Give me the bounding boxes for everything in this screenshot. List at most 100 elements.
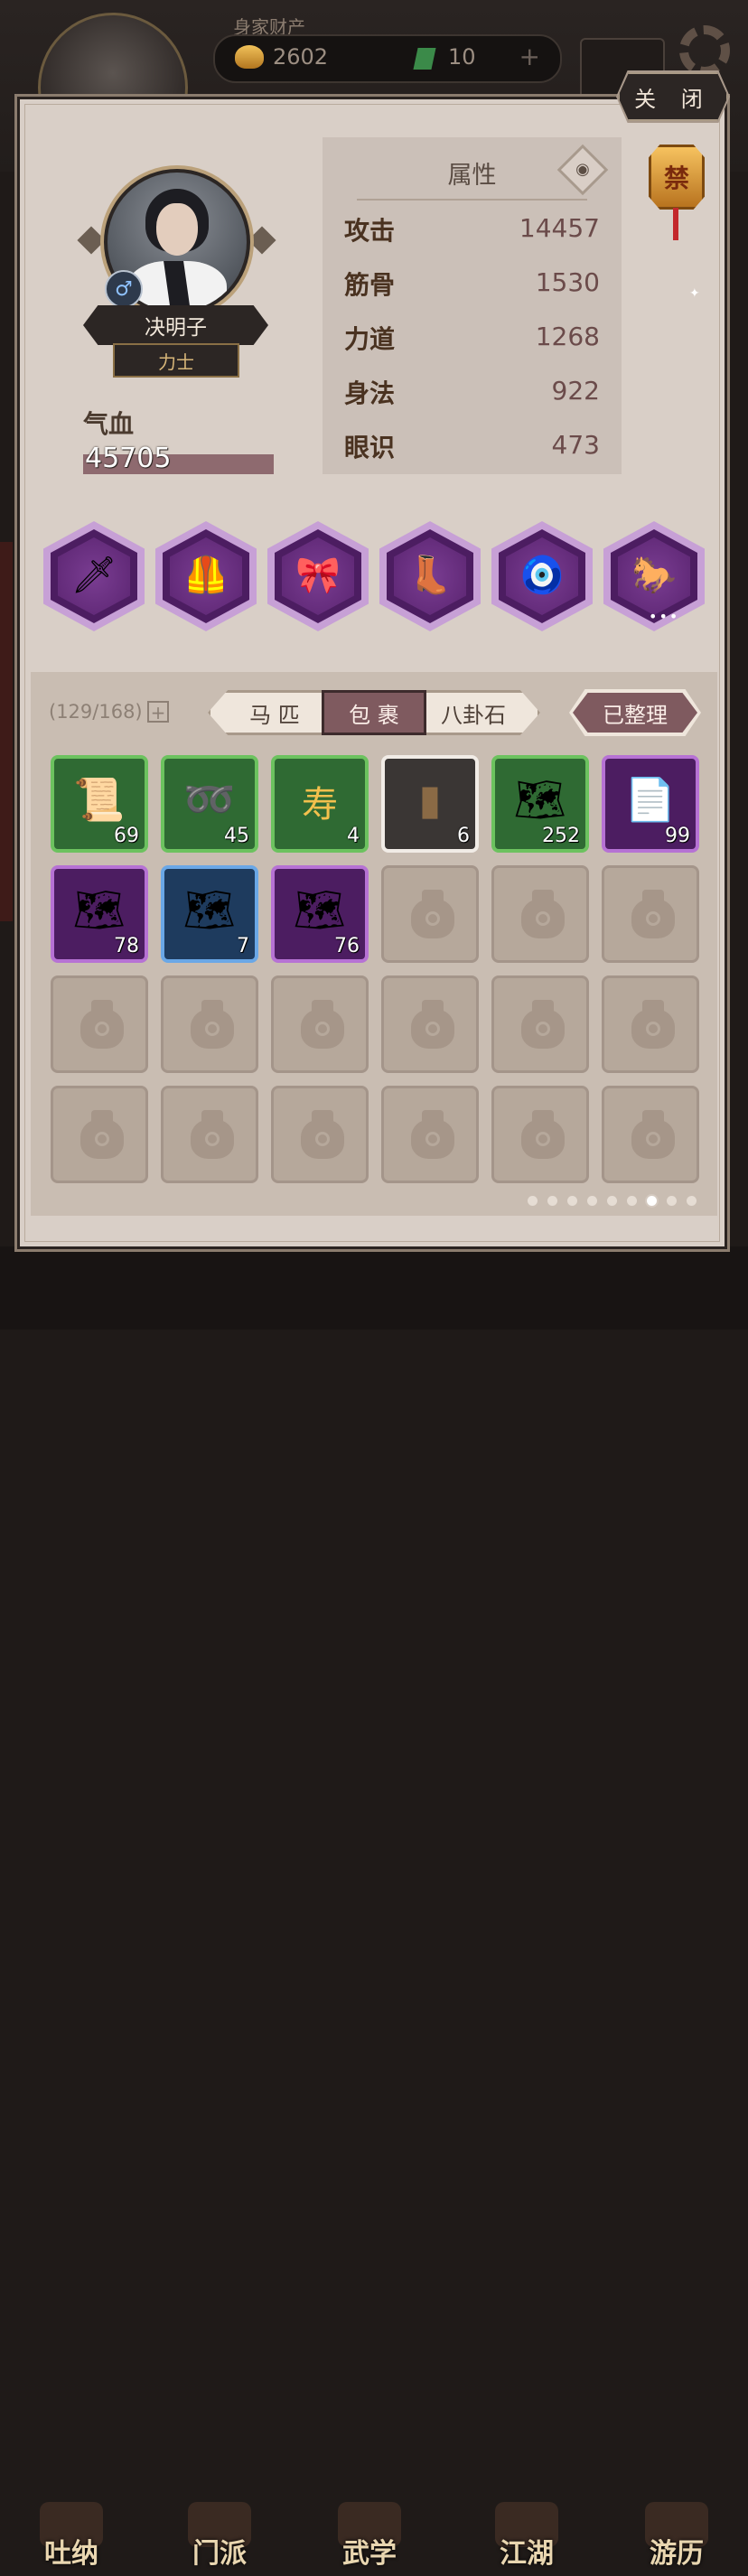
item-count: 76 [334, 935, 360, 957]
item-count: 99 [665, 825, 690, 847]
inventory-slot-empty[interactable] [271, 975, 369, 1073]
inventory-slot-empty[interactable] [381, 975, 479, 1073]
jade-icon [413, 48, 436, 70]
bottom-nav: 吐纳 门派 武学 江湖 游历 [0, 1246, 748, 2570]
belt-icon: 🎀 [295, 555, 341, 596]
inventory-slot-empty[interactable] [491, 1086, 589, 1183]
character-name: 决明子 [83, 305, 268, 345]
pendant-icon: 🧿 [519, 555, 565, 596]
equipment-boots-slot[interactable]: 👢 [379, 521, 481, 631]
hp-value: 45705 [85, 443, 172, 474]
page-dot[interactable] [627, 1196, 637, 1206]
inventory-slot-empty[interactable] [602, 865, 699, 963]
attribute-row: 力道 1268 [344, 320, 600, 356]
sort-button[interactable]: 已整理 [569, 689, 701, 736]
map-icon: 🗺 [293, 885, 347, 934]
inventory-slot-empty[interactable] [602, 975, 699, 1073]
strap-icon: ▮ [418, 775, 442, 824]
item-count: 252 [542, 825, 580, 847]
tab-bagua-stones[interactable]: 八卦石 [426, 690, 520, 735]
page-dot[interactable] [647, 1196, 657, 1206]
inventory-slot[interactable]: 寿4 [271, 755, 369, 853]
attribute-label: 眼识 [344, 433, 396, 462]
item-count: 6 [457, 825, 470, 847]
inventory-slot-empty[interactable] [381, 865, 479, 963]
inventory-slot-empty[interactable] [161, 975, 258, 1073]
male-icon: ♂ [105, 270, 143, 308]
page-dot[interactable] [567, 1196, 577, 1206]
paper-icon: 📄 [624, 775, 677, 824]
more-icon: ••• [649, 608, 680, 625]
bottom-tab: 吐纳 [13, 2502, 130, 2576]
equipment-armor-slot[interactable]: 🦺 [155, 521, 257, 631]
item-count: 78 [114, 935, 139, 957]
item-count: 45 [224, 825, 249, 847]
inventory-capacity: (129/168) [49, 701, 143, 723]
equipment-belt-slot[interactable]: 🎀 [267, 521, 369, 631]
expand-capacity-button[interactable]: + [147, 701, 169, 723]
attribute-value: 1268 [535, 322, 600, 351]
attribute-value: 473 [551, 430, 600, 460]
page-dot[interactable] [528, 1196, 538, 1206]
map-icon: 🗺 [182, 885, 237, 934]
attribute-value: 14457 [519, 213, 600, 243]
map-icon: 🗺 [72, 885, 126, 934]
page-dot[interactable] [687, 1196, 697, 1206]
attribute-label: 身法 [344, 378, 396, 408]
inventory-slot-empty[interactable] [271, 1086, 369, 1183]
background-tree [0, 542, 13, 921]
page-dot[interactable] [587, 1196, 597, 1206]
inventory-slot[interactable]: 🗺 78 [51, 865, 148, 963]
gold-amount: 2602 [273, 44, 329, 70]
boots-icon: 👢 [407, 555, 453, 596]
page-dot[interactable] [607, 1196, 617, 1206]
inventory-slot[interactable]: 🗺 76 [271, 865, 369, 963]
attribute-row: 眼识 473 [344, 428, 600, 464]
attribute-row: 攻击 14457 [344, 211, 600, 247]
scroll-icon: 📜 [73, 775, 126, 824]
inventory-slot-empty[interactable] [381, 1086, 479, 1183]
character-class: 力士 [113, 343, 239, 378]
bottom-tab: 门派 [161, 2502, 278, 2576]
inventory-slot[interactable]: ▮ 6 [381, 755, 479, 853]
equipment-pendant-slot[interactable]: 🧿 [491, 521, 593, 631]
horse-icon: 🐎 [631, 555, 677, 596]
forbidden-badge-icon[interactable]: 禁 [649, 145, 705, 210]
attribute-label: 力道 [344, 324, 396, 354]
close-button[interactable]: 关 闭 [618, 72, 728, 121]
jade-amount: 10 [448, 44, 476, 70]
longevity-charm-icon: 寿 [302, 784, 338, 826]
eye-icon: ◉ [575, 160, 590, 179]
item-count: 4 [347, 825, 360, 847]
page-dot[interactable] [667, 1196, 677, 1206]
sort-button-label: 已整理 [573, 693, 697, 733]
tab-horses[interactable]: 马 匹 [228, 690, 322, 735]
inventory-slot[interactable]: 📄 99 [602, 755, 699, 853]
map-icon: 🗺 [513, 775, 567, 824]
inventory-slot-empty[interactable] [51, 1086, 148, 1183]
tab-bag[interactable]: 包 裹 [322, 690, 426, 735]
attribute-row: 身法 922 [344, 374, 600, 410]
bottom-tab: 武学 [311, 2502, 428, 2576]
attribute-value: 922 [551, 376, 600, 406]
wire-coil-icon: ➿ [183, 775, 236, 824]
divider [357, 199, 587, 201]
tassel-icon [673, 208, 678, 240]
attribute-value: 1530 [535, 267, 600, 297]
add-currency-icon: + [519, 42, 540, 71]
bottom-tab: 游历 [618, 2502, 735, 2576]
inventory-slot[interactable]: 📜 69 [51, 755, 148, 853]
page-dot[interactable] [547, 1196, 557, 1206]
sparkle-icon: ✦ [689, 286, 700, 301]
inventory-slot-empty[interactable] [161, 1086, 258, 1183]
inventory-slot[interactable]: 🗺 252 [491, 755, 589, 853]
inventory-slot[interactable]: 🗺 7 [161, 865, 258, 963]
equipment-weapon-slot[interactable]: 🗡 [43, 521, 145, 631]
inventory-slot[interactable]: ➿ 45 [161, 755, 258, 853]
inventory-slot-empty[interactable] [491, 975, 589, 1073]
inventory-slot-empty[interactable] [602, 1086, 699, 1183]
equipment-horse-slot[interactable]: 🐎 ••• [603, 521, 705, 631]
inventory-slot-empty[interactable] [51, 975, 148, 1073]
inventory-slot-empty[interactable] [491, 865, 589, 963]
item-count: 7 [237, 935, 249, 957]
